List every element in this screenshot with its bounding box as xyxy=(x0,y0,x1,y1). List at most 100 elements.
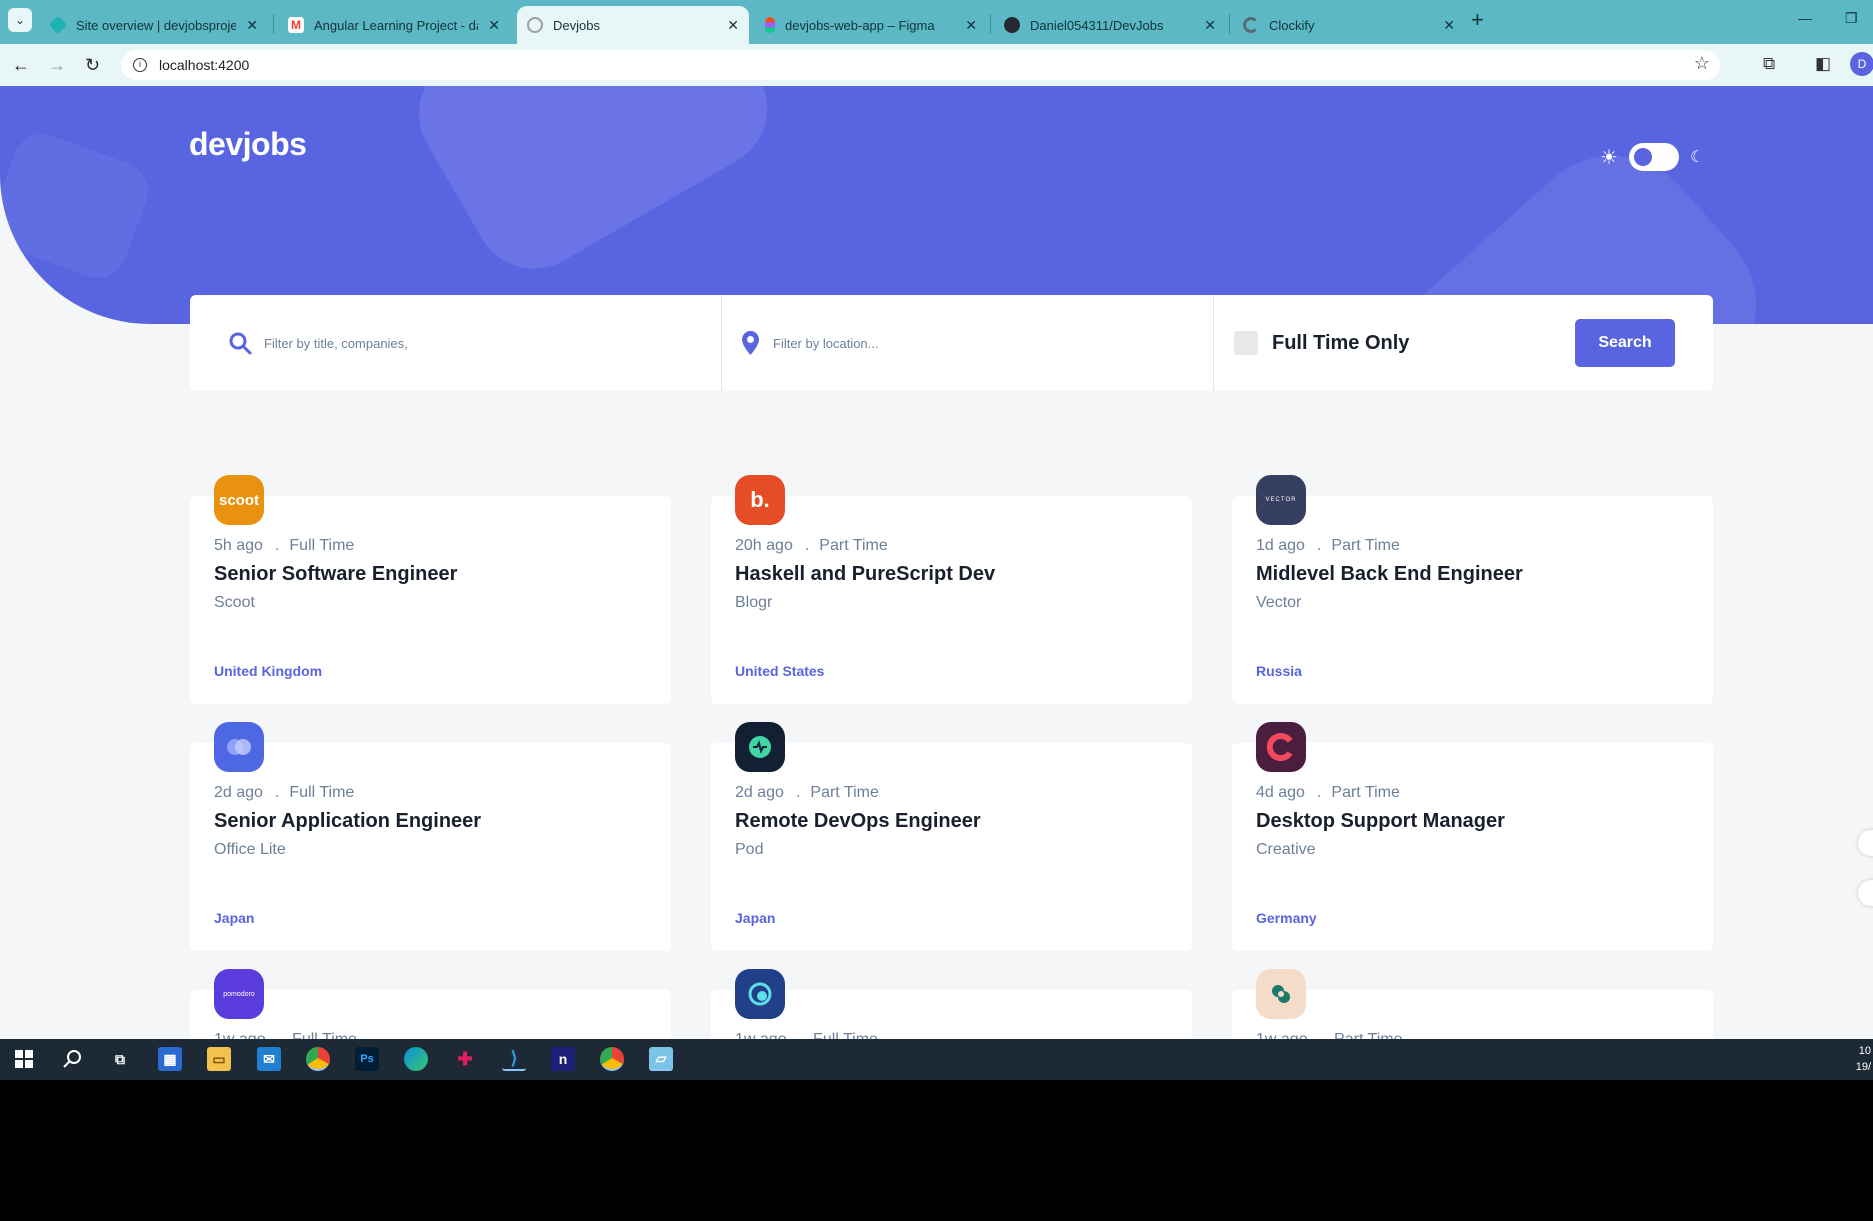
tab-separator xyxy=(1229,14,1230,34)
forward-arrow-icon[interactable]: → xyxy=(48,53,66,77)
posted-at: 1d ago xyxy=(1256,537,1305,554)
site-info-icon[interactable]: i xyxy=(133,58,147,72)
side-panel-icon[interactable]: ◧ xyxy=(1815,54,1831,74)
tab-search-menu-icon[interactable]: ⌄ xyxy=(8,8,32,32)
devjobs-logo[interactable]: devjobs xyxy=(189,126,307,163)
creative-logo-icon xyxy=(1266,733,1293,761)
vscode-icon[interactable]: ⟩ xyxy=(502,1047,526,1071)
tab-site-overview[interactable]: Site overview | devjobsproject | ✕ xyxy=(40,6,268,44)
contract-type: Part Time xyxy=(819,537,888,554)
job-card[interactable]: 2d ago. Full Time Senior Application Engi… xyxy=(190,722,671,951)
posted-at: 1w ago xyxy=(214,1031,266,1039)
dark-mode-switch[interactable] xyxy=(1628,143,1679,171)
job-title[interactable]: Senior Application Engineer xyxy=(214,810,481,833)
new-tab-button[interactable]: + xyxy=(1471,9,1484,31)
floating-side-button[interactable] xyxy=(1858,880,1873,906)
file-explorer-icon[interactable]: ▭ xyxy=(207,1047,231,1071)
job-card[interactable]: 2d ago. Part Time Remote DevOps Engineer … xyxy=(711,722,1192,951)
store-icon[interactable]: ▦ xyxy=(158,1047,182,1071)
windows-taskbar: ⧉ ▦ ▭ ✉ Ps ✚ ⟩ n ▱ 10 19/ xyxy=(0,1039,1873,1080)
moon-icon: ☾ xyxy=(1689,149,1705,166)
chrome-profile-icon[interactable] xyxy=(600,1047,624,1071)
job-title[interactable]: Desktop Support Manager xyxy=(1256,810,1505,833)
tab-angular-learning[interactable]: M Angular Learning Project - dan ✕ xyxy=(278,6,510,44)
job-card[interactable]: scoot 5h ago. Full Time Senior Software E… xyxy=(190,475,671,704)
chrome-icon[interactable] xyxy=(306,1047,330,1071)
job-title[interactable]: Midlevel Back End Engineer xyxy=(1256,563,1523,586)
magnifier-icon xyxy=(63,1050,81,1068)
job-card[interactable]: VECTOR 1d ago. Part Time Midlevel Back En… xyxy=(1232,475,1713,704)
header-banner: devjobs ☀ ☾ xyxy=(0,86,1873,324)
reload-icon[interactable]: ↻ xyxy=(85,53,100,77)
photoshop-icon[interactable]: Ps xyxy=(355,1047,379,1071)
close-tab-icon[interactable]: ✕ xyxy=(1443,17,1455,34)
address-url[interactable]: localhost:4200 xyxy=(159,57,249,73)
close-tab-icon[interactable]: ✕ xyxy=(488,17,500,34)
full-time-label[interactable]: Full Time Only xyxy=(1272,332,1409,355)
job-card[interactable]: 1w ago. Full Time xyxy=(711,969,1192,1039)
company-logo-icon xyxy=(1272,985,1290,1003)
contract-type: Part Time xyxy=(1331,784,1400,801)
restore-window-button[interactable]: ❐ xyxy=(1845,10,1858,27)
header-decoration xyxy=(396,86,790,291)
clockify-icon xyxy=(1243,17,1259,33)
company-logo: pomodoro xyxy=(214,969,264,1019)
job-location: Germany xyxy=(1256,910,1317,926)
close-tab-icon[interactable]: ✕ xyxy=(965,17,977,34)
back-arrow-icon[interactable]: ← xyxy=(12,53,30,77)
job-title[interactable]: Haskell and PureScript Dev xyxy=(735,563,995,586)
search-button[interactable]: Search xyxy=(1575,319,1675,367)
profile-avatar[interactable]: D xyxy=(1850,52,1873,76)
full-time-filter-section: Full Time Only Search xyxy=(1213,295,1713,391)
company-name: Blogr xyxy=(735,594,773,611)
theme-toggle: ☀ ☾ xyxy=(1600,143,1704,171)
company-logo-icon xyxy=(748,982,772,1006)
edge-icon[interactable] xyxy=(404,1047,428,1071)
job-card[interactable]: 4d ago. Part Time Desktop Support Manager… xyxy=(1232,722,1713,951)
tab-devjobs[interactable]: Devjobs ✕ xyxy=(517,6,749,44)
slack-icon[interactable]: ✚ xyxy=(453,1047,477,1071)
taskbar-clock[interactable]: 10 19/ xyxy=(1856,1043,1871,1075)
floating-side-button[interactable] xyxy=(1858,830,1873,856)
location-filter-input[interactable] xyxy=(773,335,1213,351)
clock-date: 19/ xyxy=(1855,1061,1871,1073)
job-card[interactable]: b. 20h ago. Part Time Haskell and PureScr… xyxy=(711,475,1192,704)
job-title[interactable]: Senior Software Engineer xyxy=(214,563,457,586)
minimize-window-button[interactable]: — xyxy=(1798,10,1812,26)
task-view-icon[interactable]: ⧉ xyxy=(108,1047,132,1071)
bookmark-star-icon[interactable]: ☆ xyxy=(1694,53,1710,74)
screen: ⌄ Site overview | devjobsproject | ✕ M A… xyxy=(0,0,1873,1221)
close-tab-icon[interactable]: ✕ xyxy=(1204,17,1216,34)
job-meta: 2d ago. Part Time xyxy=(735,784,879,802)
tab-clockify[interactable]: Clockify ✕ xyxy=(1233,6,1465,44)
meta-separator: . xyxy=(278,1031,282,1039)
header-decoration xyxy=(0,125,157,287)
meta-separator: . xyxy=(274,537,280,554)
tab-github[interactable]: Daniel054311/DevJobs ✕ xyxy=(994,6,1226,44)
meta-separator: . xyxy=(1316,784,1322,801)
notepad-icon[interactable]: ▱ xyxy=(649,1047,673,1071)
company-logo: VECTOR xyxy=(1256,475,1306,525)
full-time-checkbox[interactable] xyxy=(1234,331,1258,355)
close-tab-icon[interactable]: ✕ xyxy=(727,17,739,34)
job-location: Japan xyxy=(735,910,776,926)
browser-toolbar: ← → ↻ i localhost:4200 ☆ ⧉ ◧ xyxy=(0,44,1873,86)
extensions-icon[interactable]: ⧉ xyxy=(1763,54,1775,74)
job-card[interactable]: 1w ago. Part Time xyxy=(1232,969,1713,1039)
job-card[interactable]: pomodoro 1w ago. Full Time xyxy=(190,969,671,1039)
search-icon[interactable] xyxy=(60,1047,84,1071)
contract-type: Full Time xyxy=(289,784,355,801)
contract-type: Part Time xyxy=(1334,1031,1402,1039)
title-filter-input[interactable] xyxy=(264,335,721,351)
tab-figma[interactable]: devjobs-web-app – Figma ✕ xyxy=(755,6,987,44)
close-tab-icon[interactable]: ✕ xyxy=(246,17,258,34)
notion-icon[interactable]: n xyxy=(551,1047,575,1071)
posted-at: 20h ago xyxy=(735,537,793,554)
job-title[interactable]: Remote DevOps Engineer xyxy=(735,810,981,833)
windows-start-icon[interactable] xyxy=(12,1047,36,1071)
address-bar[interactable]: i localhost:4200 ☆ xyxy=(121,50,1720,80)
switch-knob xyxy=(1633,148,1652,166)
posted-at: 1w ago xyxy=(735,1031,787,1039)
mail-icon[interactable]: ✉ xyxy=(257,1047,281,1071)
job-meta: 1w ago. Full Time xyxy=(214,1031,357,1039)
